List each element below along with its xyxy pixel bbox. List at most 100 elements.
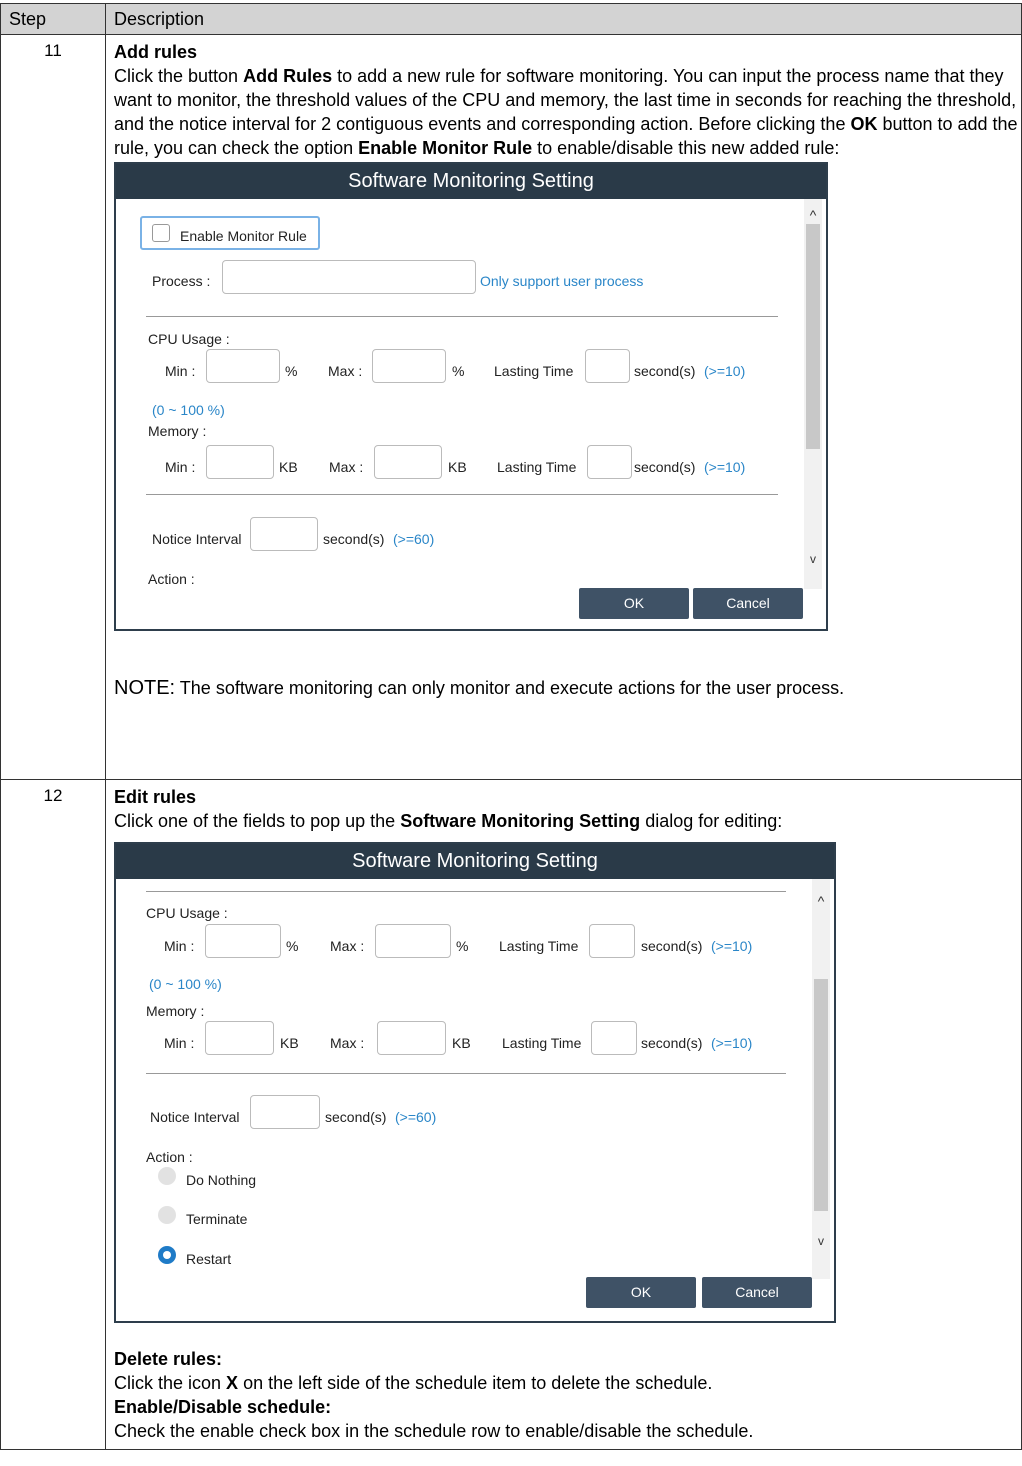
scrollbar-thumb[interactable] (806, 224, 820, 449)
cpu-min-unit: % (285, 363, 298, 379)
memory-label: Memory : (148, 423, 207, 439)
dialog-title: Software Monitoring Setting (116, 164, 826, 199)
cpu-max-unit: % (452, 363, 465, 379)
notice-interval-hint: (>=60) (393, 531, 435, 547)
delete-rules-section: Delete rules: Click the icon X on the le… (114, 1347, 1021, 1443)
cpu-max-unit: % (456, 938, 469, 954)
process-input[interactable] (222, 260, 476, 294)
mem-max-label: Max : (329, 459, 364, 475)
cpu-lasting-label: Lasting Time (499, 938, 579, 954)
note-label: NOTE: (114, 677, 176, 699)
mem-lasting-unit: second(s) (634, 459, 696, 475)
checkbox-label: Enable Monitor Rule (180, 228, 307, 244)
mem-lasting-label: Lasting Time (497, 459, 577, 475)
cpu-min-unit: % (286, 938, 299, 954)
step-description: Edit rules Click one of the fields to po… (105, 779, 1022, 1450)
steps-table: Step Description 11 Add rules Click the … (0, 3, 1022, 1450)
step-heading: Edit rules (114, 787, 197, 807)
notice-interval-label: Notice Interval (152, 531, 242, 547)
mem-lasting-hint: (>=10) (711, 1035, 753, 1051)
cpu-lasting-unit: second(s) (634, 363, 696, 379)
divider (146, 494, 778, 495)
action-label: Action : (148, 571, 195, 587)
step-paragraph: Click the button Add Rules to add a new … (114, 66, 1018, 158)
cancel-button[interactable]: Cancel (702, 1277, 812, 1308)
cpu-usage-label: CPU Usage : (146, 905, 228, 921)
scroll-down-icon[interactable]: v (813, 1229, 829, 1253)
mem-lasting-input[interactable] (587, 445, 632, 479)
process-label: Process : (152, 273, 211, 289)
mem-lasting-hint: (>=10) (704, 459, 746, 475)
enable-schedule-heading: Enable/Disable schedule: (114, 1397, 332, 1417)
cpu-max-input[interactable] (372, 349, 446, 383)
cpu-min-input[interactable] (205, 924, 281, 958)
mem-min-unit: KB (280, 1035, 299, 1051)
mem-max-input[interactable] (377, 1021, 446, 1055)
divider (146, 891, 786, 892)
cpu-max-label: Max : (328, 363, 363, 379)
memory-label: Memory : (146, 1003, 205, 1019)
radio-do-nothing-label: Do Nothing (186, 1172, 257, 1188)
checkbox-box[interactable] (152, 224, 170, 242)
cpu-lasting-unit: second(s) (641, 938, 703, 954)
mem-min-label: Min : (165, 459, 196, 475)
cpu-lasting-hint: (>=10) (711, 938, 753, 954)
notice-interval-input[interactable] (250, 517, 318, 551)
cpu-lasting-input[interactable] (589, 924, 635, 958)
header-step: Step (0, 3, 106, 35)
radio-restart[interactable] (158, 1246, 176, 1264)
cpu-lasting-label: Lasting Time (494, 363, 574, 379)
cpu-max-input[interactable] (375, 924, 451, 958)
scroll-down-icon[interactable]: v (805, 547, 821, 571)
radio-do-nothing[interactable] (158, 1167, 176, 1185)
radio-terminate[interactable] (158, 1206, 176, 1224)
ok-button[interactable]: OK (586, 1277, 696, 1308)
software-monitoring-dialog: Software Monitoring Setting CPU Usage : … (114, 842, 836, 1323)
notice-interval-label: Notice Interval (150, 1109, 240, 1125)
mem-lasting-unit: second(s) (641, 1035, 703, 1051)
mem-min-input[interactable] (205, 1021, 274, 1055)
cpu-max-label: Max : (330, 938, 365, 954)
cancel-button[interactable]: Cancel (693, 588, 803, 619)
mem-max-input[interactable] (374, 445, 442, 479)
divider (146, 1073, 786, 1074)
radio-terminate-label: Terminate (186, 1211, 248, 1227)
mem-min-input[interactable] (206, 445, 274, 479)
step-description: Add rules Click the button Add Rules to … (105, 34, 1022, 780)
cpu-lasting-hint: (>=10) (704, 363, 746, 379)
step-heading: Add rules (114, 42, 198, 62)
step-paragraph: Click one of the fields to pop up the So… (114, 811, 783, 831)
cpu-usage-label: CPU Usage : (148, 331, 230, 347)
header-description: Description (105, 3, 1022, 35)
notice-interval-unit: second(s) (325, 1109, 387, 1125)
radio-restart-label: Restart (186, 1251, 232, 1267)
mem-max-label: Max : (330, 1035, 365, 1051)
scrollbar-thumb[interactable] (814, 979, 828, 1211)
note-text: The software monitoring can only monitor… (175, 678, 845, 698)
notice-interval-input[interactable] (250, 1095, 320, 1129)
enable-monitor-rule-checkbox[interactable]: Enable Monitor Rule (140, 216, 320, 250)
cpu-min-label: Min : (164, 938, 195, 954)
process-hint: Only support user process (480, 273, 644, 289)
mem-min-unit: KB (279, 459, 298, 475)
cpu-lasting-input[interactable] (585, 349, 630, 383)
enable-schedule-text: Check the enable check box in the schedu… (114, 1421, 754, 1441)
notice-interval-unit: second(s) (323, 531, 385, 547)
scrollbar[interactable]: ^ v (812, 879, 830, 1279)
step-number: 11 (0, 34, 106, 780)
divider (146, 316, 778, 317)
delete-rules-heading: Delete rules: (114, 1349, 223, 1369)
software-monitoring-dialog: Software Monitoring Setting Enable Monit… (114, 162, 828, 631)
notice-interval-hint: (>=60) (395, 1109, 437, 1125)
delete-rules-text: Click the icon X on the left side of the… (114, 1373, 713, 1393)
cpu-min-input[interactable] (206, 349, 280, 383)
mem-max-unit: KB (452, 1035, 471, 1051)
mem-lasting-input[interactable] (591, 1021, 637, 1055)
mem-max-unit: KB (448, 459, 467, 475)
scrollbar[interactable]: ^ v (804, 199, 822, 589)
ok-button[interactable]: OK (579, 588, 689, 619)
cpu-range-hint: (0 ~ 100 %) (149, 976, 222, 992)
scroll-up-icon[interactable]: ^ (813, 889, 829, 913)
step-number: 12 (0, 779, 106, 1450)
mem-lasting-label: Lasting Time (502, 1035, 582, 1051)
